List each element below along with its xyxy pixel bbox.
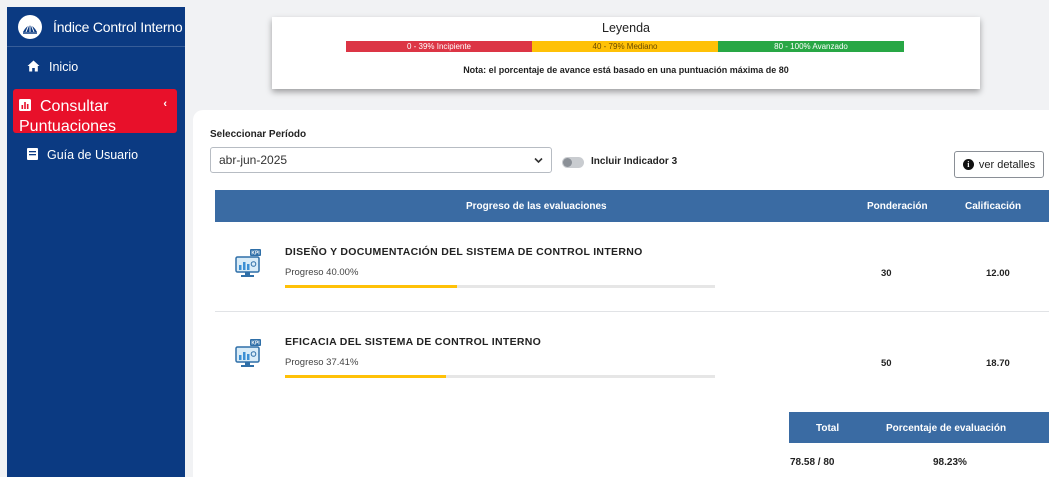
evaluation-score: 12.00 xyxy=(986,268,1010,279)
kpi-monitor-icon: KPI xyxy=(235,249,262,279)
period-label: Seleccionar Período xyxy=(210,129,307,140)
legend-segment-mediano: 40 - 79% Mediano xyxy=(532,41,718,52)
table-header: Progreso de las evaluaciones Ponderación… xyxy=(215,190,1049,222)
svg-text:KPI: KPI xyxy=(251,341,260,347)
evaluation-title: DISEÑO Y DOCUMENTACIÓN DEL SISTEMA DE CO… xyxy=(285,246,643,258)
sidebar: Índice Control Interno Inicio Consultar … xyxy=(7,7,185,477)
brand[interactable]: Índice Control Interno xyxy=(7,7,185,47)
app-title: Índice Control Interno xyxy=(53,18,183,35)
chevron-left-icon: ‹ xyxy=(163,98,167,110)
evaluation-score: 18.70 xyxy=(986,358,1010,369)
legend-note: Nota: el porcentaje de avance está basad… xyxy=(463,65,789,75)
progress-bar-fill xyxy=(285,375,446,378)
legend-segment-incipiente: 0 - 39% Incipiente xyxy=(346,41,532,52)
chart-icon xyxy=(19,98,31,116)
book-icon xyxy=(27,147,38,163)
summary-percentage-label: Porcentaje de evaluación xyxy=(886,423,1007,434)
table-row: KPI DISEÑO Y DOCUMENTACIÓN DEL SISTEMA D… xyxy=(215,222,1049,312)
sidebar-item-guia-usuario[interactable]: Guía de Usuario xyxy=(7,137,185,173)
sidebar-item-label: Inicio xyxy=(49,60,79,74)
legend-title: Leyenda xyxy=(602,21,650,35)
summary-header: Total Porcentaje de evaluación xyxy=(789,412,1049,443)
main-card: Seleccionar Período abr-jun-2025 Incluir… xyxy=(193,110,1049,477)
evaluation-progress-text: Progreso 37.41% xyxy=(285,357,359,368)
home-icon xyxy=(27,60,40,75)
progress-bar-fill xyxy=(285,285,457,288)
ver-detalles-button[interactable]: i ver detalles xyxy=(954,151,1044,178)
legend-card: Leyenda 0 - 39% Incipiente 40 - 79% Medi… xyxy=(272,17,980,89)
evaluation-weight: 30 xyxy=(881,268,892,279)
ver-detalles-label: ver detalles xyxy=(978,158,1036,171)
evaluation-title: EFICACIA DEL SISTEMA DE CONTROL INTERNO xyxy=(285,336,542,348)
legend-segment-avanzado: 80 - 100% Avanzado xyxy=(718,41,904,52)
sidebar-item-label-line2: Puntuaciones xyxy=(19,118,116,135)
progress-bar xyxy=(285,285,715,288)
sidebar-item-inicio[interactable]: Inicio xyxy=(7,49,185,85)
period-select[interactable]: abr-jun-2025 xyxy=(210,147,552,173)
table-row: KPI EFICACIA DEL SISTEMA DE CONTROL INTE… xyxy=(215,312,1049,402)
header-ponderacion: Ponderación xyxy=(867,201,928,212)
evaluation-weight: 50 xyxy=(881,358,892,369)
header-calificacion: Calificación xyxy=(965,201,1022,212)
summary-percentage-value: 98.23% xyxy=(933,457,967,468)
indicator-3-toggle-label: Incluir Indicador 3 xyxy=(591,156,678,167)
logo-icon xyxy=(18,14,42,39)
indicator-3-toggle[interactable] xyxy=(562,157,584,168)
svg-text:KPI: KPI xyxy=(251,251,260,257)
chevron-down-icon xyxy=(534,153,543,168)
summary-total-label: Total xyxy=(816,423,840,434)
kpi-monitor-icon: KPI xyxy=(235,339,262,369)
summary-total-value: 78.58 / 80 xyxy=(790,457,835,468)
sidebar-item-consultar-puntuaciones[interactable]: Consultar Puntuaciones ‹ xyxy=(13,89,177,135)
sidebar-item-label: Consultar xyxy=(40,98,109,115)
period-select-value: abr-jun-2025 xyxy=(219,153,288,167)
header-progreso: Progreso de las evaluaciones xyxy=(466,201,607,212)
progress-bar xyxy=(285,375,715,378)
info-icon: i xyxy=(962,159,974,170)
legend-bar: 0 - 39% Incipiente 40 - 79% Mediano 80 -… xyxy=(346,41,904,52)
evaluation-progress-text: Progreso 40.00% xyxy=(285,267,359,278)
sidebar-item-label: Guía de Usuario xyxy=(47,148,139,162)
